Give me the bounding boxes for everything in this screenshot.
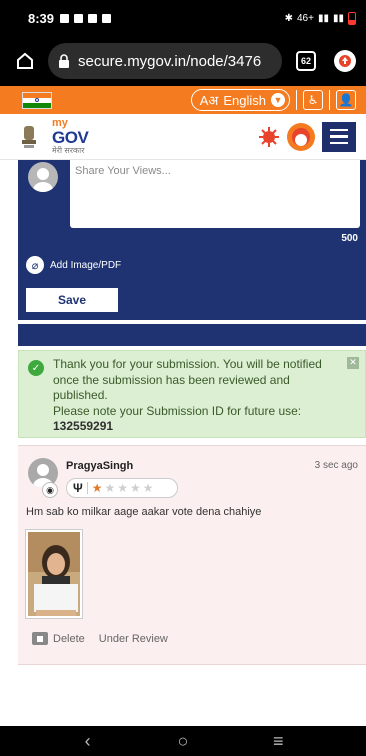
comment-attachment-image[interactable] [26,530,82,618]
alert-note: Please note your Submission ID for futur… [53,403,302,418]
trophy-icon: Ψ [73,481,83,495]
hamburger-menu-icon[interactable] [322,121,356,152]
address-bar[interactable]: secure.mygov.in/node/3476 [48,43,282,79]
chevron-down-icon: ▼ [271,93,285,107]
language-selector[interactable]: Aअ English ▼ [190,89,290,111]
india-flag-icon [22,91,52,109]
divider [86,482,88,494]
mail-icon [74,13,84,23]
network-type: 46+ [297,12,314,24]
update-icon[interactable] [334,50,356,72]
mygov-logo[interactable]: my GOV मेरी सरकार [52,118,89,155]
divider [329,90,330,110]
rating-stars[interactable]: ★★★★★ [92,481,156,495]
browser-toolbar: secure.mygov.in/node/3476 62 [0,36,366,86]
save-button[interactable]: Save [26,288,118,312]
comment-text: Hm sab ko milkar aage aakar vote dena ch… [26,506,262,518]
paperclip-icon: ⌀ [26,256,44,274]
author-name[interactable]: PragyaSingh [66,460,133,472]
signal-icon-2: ▮▮ [332,12,344,24]
star-empty-icon[interactable]: ★ [104,481,117,495]
comment-textarea[interactable]: Share Your Views... [70,160,360,228]
review-status: Under Review [98,632,168,645]
star-filled-icon[interactable]: ★ [92,481,105,495]
site-header: my GOV मेरी सरकार [0,114,366,160]
language-prefix: Aअ [199,93,219,108]
delete-button[interactable]: Delete [32,632,85,645]
form-footer [18,324,366,346]
status-bar: 8:39 ✱ 46+ ▮▮ ▮▮ [0,0,366,36]
delete-icon [32,632,48,645]
submission-id: 132559291 [53,419,114,434]
rating-widget[interactable]: Ψ ★★★★★ [66,478,178,498]
comment-form: Share Your Views... 500 ⌀ Add Image/PDF … [18,160,366,320]
bluetooth-icon: ✱ [284,12,293,24]
accessibility-icon[interactable]: ♿ [303,90,323,110]
top-utility-bar: Aअ English ▼ ♿ 👤 [0,86,366,114]
home-nav-icon[interactable]: ○ [168,731,198,752]
url-text: secure.mygov.in/node/3476 [78,52,262,70]
attach-label: Add Image/PDF [50,259,122,271]
clock: 8:39 [28,10,55,26]
system-nav-bar: ‹ ○ ≡ [0,726,366,756]
comment-time: 3 sec ago [314,460,358,471]
language-label: English [223,92,266,108]
star-empty-icon[interactable]: ★ [130,481,143,495]
close-icon[interactable]: ✕ [347,357,359,369]
home-icon[interactable] [10,46,40,76]
covid-icon[interactable] [258,126,280,148]
lock-icon [59,54,69,68]
national-emblem-icon [18,121,40,153]
logo-gov: GOV [52,128,89,147]
login-icon[interactable]: 👤 [336,90,356,110]
profile-icon[interactable] [286,122,316,152]
success-alert: ✓ ✕ Thank you for your submission. You w… [18,350,366,438]
star-empty-icon[interactable]: ★ [143,481,156,495]
badge-icon: ◉ [42,482,58,498]
back-icon[interactable]: ‹ [73,731,103,752]
alert-message: Thank you for your submission. You will … [53,357,322,403]
logo-hindi: मेरी सरकार [52,146,85,155]
delete-label: Delete [53,632,85,645]
comment-card: ◉ PragyaSingh 3 sec ago Ψ ★★★★★ Hm sab k… [18,445,366,665]
char-count: 500 [341,233,358,244]
check-circle-icon: ✓ [28,360,44,376]
signal-icon: ▮▮ [317,12,329,24]
video-icon [102,13,112,23]
battery-icon [348,11,356,25]
notification-icons [60,13,112,23]
comment-actions: Delete Under Review [32,632,168,645]
user-avatar [28,162,58,192]
system-icons: ✱ 46+ ▮▮ ▮▮ [284,11,356,25]
alarm-icon [60,13,70,23]
attach-file-button[interactable]: ⌀ Add Image/PDF [26,256,121,274]
tab-switcher-button[interactable]: 62 [296,51,316,71]
download-icon [88,13,98,23]
divider [296,90,297,110]
star-empty-icon[interactable]: ★ [117,481,130,495]
recents-icon[interactable]: ≡ [263,731,293,752]
